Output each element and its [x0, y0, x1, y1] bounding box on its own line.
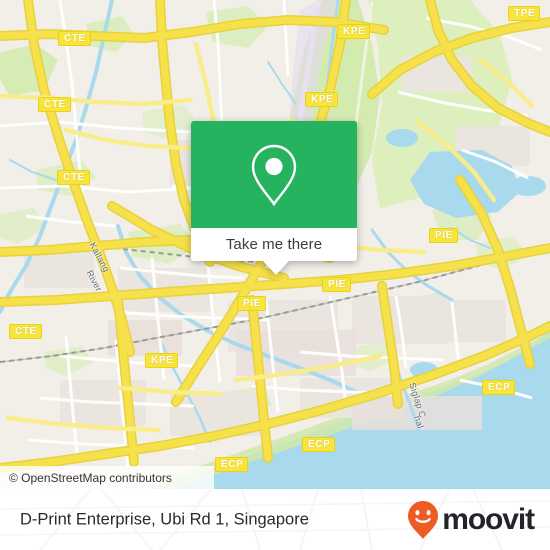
map-screenshot-page: CTE CTE CTE CTE KPE KPE KPE TPE PIE PIE …: [0, 0, 550, 550]
location-popup-card[interactable]: Take me there: [191, 121, 357, 275]
page-title: D-Print Enterprise, Ubi Rd 1, Singapore: [20, 510, 309, 528]
footer-bar: D-Print Enterprise, Ubi Rd 1, Singapore …: [0, 489, 550, 550]
popup-header: [191, 121, 357, 228]
highway-shield: ECP: [302, 437, 336, 452]
moovit-brand[interactable]: moovit: [406, 500, 535, 540]
highway-shield: ECP: [482, 380, 516, 395]
moovit-wordmark: moovit: [442, 502, 535, 536]
highway-shield: PIE: [322, 277, 351, 292]
highway-shield: CTE: [9, 324, 42, 339]
highway-shield: TPE: [508, 6, 541, 21]
highway-shield: CTE: [38, 97, 71, 112]
highway-shield: CTE: [57, 170, 90, 185]
moovit-smiley-pin-icon: [408, 500, 439, 539]
attribution-text: © OpenStreetMap contributors: [9, 470, 172, 485]
map-pin-icon: [251, 144, 297, 206]
popup-pointer-tail: [263, 261, 289, 275]
highway-shield: PIE: [429, 228, 458, 243]
popup-action-bar[interactable]: Take me there: [191, 228, 357, 261]
highway-shield: CTE: [58, 31, 91, 46]
map-attribution-bar: © OpenStreetMap contributors: [0, 466, 214, 489]
take-me-there-label: Take me there: [225, 236, 323, 253]
highway-shield: PIE: [237, 296, 266, 311]
highway-shield: KPE: [305, 92, 339, 107]
highway-shield: ECP: [215, 457, 249, 472]
map-canvas[interactable]: CTE CTE CTE CTE KPE KPE KPE TPE PIE PIE …: [0, 0, 550, 489]
highway-shield: KPE: [145, 353, 179, 368]
highway-shield: KPE: [337, 24, 371, 39]
